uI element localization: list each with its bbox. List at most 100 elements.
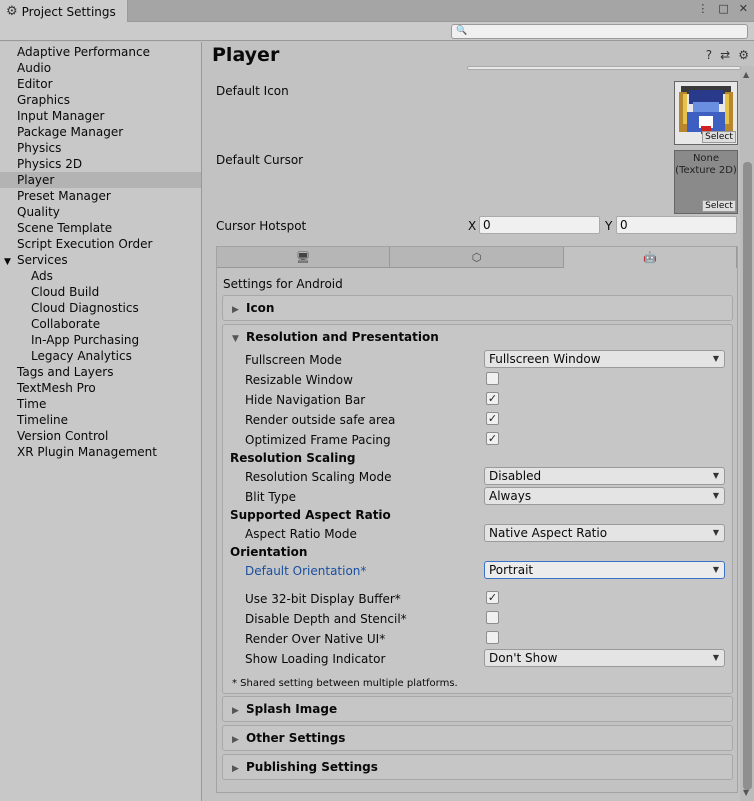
- sidebar-item-player[interactable]: Player: [0, 172, 201, 188]
- sidebar-item-preset-manager[interactable]: Preset Manager: [0, 188, 201, 204]
- maximize-icon[interactable]: □: [718, 2, 728, 15]
- aspect-ratio-mode-label: Aspect Ratio Mode: [245, 527, 357, 541]
- sidebar-item-xr-plugin-management[interactable]: XR Plugin Management: [0, 444, 201, 460]
- splash-image-section[interactable]: ▶ Splash Image: [222, 696, 733, 722]
- tab-webgl[interactable]: ⬡: [390, 247, 564, 268]
- resolution-scaling-mode-label: Resolution Scaling Mode: [245, 470, 392, 484]
- page-title: Player: [212, 44, 280, 66]
- vertical-scrollbar[interactable]: ▲ ▼: [740, 66, 754, 801]
- hide-navigation-bar-checkbox[interactable]: ✓: [486, 392, 499, 405]
- sidebar-item-cloud-diagnostics[interactable]: Cloud Diagnostics: [0, 300, 201, 316]
- chevron-down-icon: ▼: [712, 653, 719, 662]
- cursor-hotspot-label: Cursor Hotspot: [216, 219, 307, 233]
- scrollbar-thumb[interactable]: [743, 162, 752, 790]
- publishing-settings-section-title: Publishing Settings: [246, 760, 378, 774]
- other-settings-section[interactable]: ▶ Other Settings: [222, 725, 733, 751]
- platform-settings-panel: 🖥 ⬡ 🤖 Settings for Android ▶ Icon ▼ Resolu…: [216, 246, 738, 793]
- hotspot-x-input[interactable]: 0: [479, 216, 600, 234]
- sidebar-item-services[interactable]: ▼ Services: [0, 252, 201, 268]
- select-cursor-button[interactable]: Select: [702, 200, 736, 212]
- aspect-ratio-mode-dropdown[interactable]: Native Aspect Ratio ▼: [484, 524, 725, 542]
- tab-project-settings[interactable]: ⚙ Project Settings: [0, 0, 128, 23]
- settings-for-label: Settings for Android: [223, 277, 343, 291]
- default-icon-label: Default Icon: [216, 84, 289, 98]
- cursor-texture-none: None (Texture 2D): [675, 153, 737, 176]
- chevron-down-icon: ▼: [712, 491, 719, 500]
- default-cursor-texture[interactable]: None (Texture 2D) Select: [674, 150, 738, 214]
- sidebar-item-quality[interactable]: Quality: [0, 204, 201, 220]
- platform-tabs: 🖥 ⬡ 🤖: [217, 247, 737, 268]
- chevron-down-icon: ▼: [712, 528, 719, 537]
- tab-android[interactable]: 🤖: [563, 247, 737, 268]
- sidebar-item-legacy-analytics[interactable]: Legacy Analytics: [0, 348, 201, 364]
- show-loading-indicator-dropdown[interactable]: Don't Show ▼: [484, 649, 725, 667]
- default-orientation-dropdown[interactable]: Portrait ▼: [484, 561, 725, 579]
- render-outside-safe-area-checkbox[interactable]: ✓: [486, 412, 499, 425]
- resolution-section-header[interactable]: ▼ Resolution and Presentation: [223, 325, 732, 350]
- disable-depth-stencil-checkbox[interactable]: [486, 611, 499, 624]
- use-32bit-display-buffer-checkbox[interactable]: ✓: [486, 591, 499, 604]
- more-options-icon[interactable]: ⋮: [697, 2, 708, 15]
- scroll-down-arrow-icon[interactable]: ▼: [743, 788, 749, 797]
- sidebar-item-collaborate[interactable]: Collaborate: [0, 316, 201, 332]
- resizable-window-label: Resizable Window: [245, 373, 353, 387]
- sidebar-item-textmesh-pro[interactable]: TextMesh Pro: [0, 380, 201, 396]
- scroll-up-arrow-icon[interactable]: ▲: [743, 70, 749, 79]
- select-icon-button[interactable]: Select: [702, 131, 736, 143]
- sidebar-item-physics-2d[interactable]: Physics 2D: [0, 156, 201, 172]
- toolbar: 🔍: [0, 22, 754, 41]
- blit-type-dropdown[interactable]: Always ▼: [484, 487, 725, 505]
- resolution-scaling-mode-dropdown[interactable]: Disabled ▼: [484, 467, 725, 485]
- collapsed-triangle-icon: ▶: [232, 764, 239, 774]
- sidebar-item-adaptive-performance[interactable]: Adaptive Performance: [0, 44, 201, 60]
- sidebar-item-scene-template[interactable]: Scene Template: [0, 220, 201, 236]
- collapsed-triangle-icon: ▶: [232, 735, 239, 745]
- fullscreen-mode-dropdown[interactable]: Fullscreen Window ▼: [484, 350, 725, 368]
- sidebar-item-audio[interactable]: Audio: [0, 60, 201, 76]
- hotspot-y-label: Y: [605, 219, 613, 233]
- hotspot-y-input[interactable]: 0: [616, 216, 737, 234]
- window-controls: ⋮ □ ✕: [697, 2, 748, 15]
- sidebar-item-time[interactable]: Time: [0, 396, 201, 412]
- render-over-native-ui-label: Render Over Native UI*: [245, 632, 386, 646]
- sidebar-item-version-control[interactable]: Version Control: [0, 428, 201, 444]
- gear-icon: ⚙: [6, 4, 18, 19]
- sidebar-item-package-manager[interactable]: Package Manager: [0, 124, 201, 140]
- show-loading-indicator-label: Show Loading Indicator: [245, 652, 386, 666]
- sidebar-item-script-execution-order[interactable]: Script Execution Order: [0, 236, 201, 252]
- close-icon[interactable]: ✕: [739, 2, 748, 15]
- sidebar-item-input-manager[interactable]: Input Manager: [0, 108, 201, 124]
- hide-navigation-bar-label: Hide Navigation Bar: [245, 393, 366, 407]
- monitor-icon: 🖥: [296, 250, 311, 264]
- collapsed-triangle-icon: ▶: [232, 706, 239, 716]
- header-icons: ? ⇄ ⚙: [706, 48, 749, 62]
- sidebar-item-editor[interactable]: Editor: [0, 76, 201, 92]
- expand-arrow-icon[interactable]: ▼: [4, 254, 17, 270]
- chevron-down-icon: ▼: [712, 354, 719, 363]
- icon-section[interactable]: ▶ Icon: [222, 295, 733, 321]
- tab-standalone[interactable]: 🖥: [217, 247, 391, 268]
- default-icon-texture[interactable]: Select: [674, 81, 738, 145]
- disable-depth-stencil-label: Disable Depth and Stencil*: [245, 612, 407, 626]
- sidebar-item-graphics[interactable]: Graphics: [0, 92, 201, 108]
- collapsed-triangle-icon: ▶: [232, 305, 239, 315]
- optimized-frame-pacing-checkbox[interactable]: ✓: [486, 432, 499, 445]
- settings-gear-icon[interactable]: ⚙: [738, 48, 749, 62]
- other-settings-section-title: Other Settings: [246, 731, 346, 745]
- sidebar-item-physics[interactable]: Physics: [0, 140, 201, 156]
- sidebar-item-cloud-build[interactable]: Cloud Build: [0, 284, 201, 300]
- chevron-down-icon: ▼: [712, 471, 719, 480]
- sidebar-item-tags-and-layers[interactable]: Tags and Layers: [0, 364, 201, 380]
- chevron-down-icon: ▼: [712, 565, 719, 574]
- sidebar-item-timeline[interactable]: Timeline: [0, 412, 201, 428]
- publishing-settings-section[interactable]: ▶ Publishing Settings: [222, 754, 733, 780]
- search-input[interactable]: 🔍: [451, 24, 748, 39]
- splash-image-section-title: Splash Image: [246, 702, 338, 716]
- render-outside-safe-area-label: Render outside safe area: [245, 413, 396, 427]
- help-icon[interactable]: ?: [706, 48, 712, 62]
- presets-icon[interactable]: ⇄: [720, 48, 730, 62]
- render-over-native-ui-checkbox[interactable]: [486, 631, 499, 644]
- sidebar-item-ads[interactable]: Ads: [0, 268, 201, 284]
- resizable-window-checkbox[interactable]: [486, 372, 499, 385]
- sidebar-item-in-app-purchasing[interactable]: In-App Purchasing: [0, 332, 201, 348]
